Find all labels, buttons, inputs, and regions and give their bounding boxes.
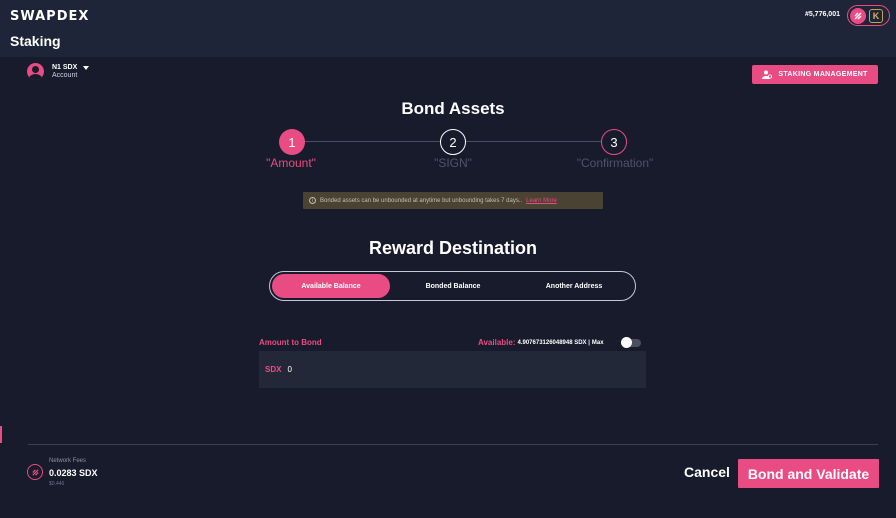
account-subtitle: Account bbox=[52, 72, 78, 79]
reward-destination-title: Reward Destination bbox=[368, 238, 538, 258]
notice-text: Bonded assets can be unbounded at anytim… bbox=[320, 197, 523, 204]
staking-management-label: STAKING MANAGEMENT bbox=[778, 71, 868, 78]
available-label: Available: bbox=[478, 338, 516, 347]
staking-management-button[interactable]: STAKING MANAGEMENT bbox=[752, 65, 878, 84]
wallet-connect-pill[interactable]: K bbox=[847, 5, 890, 26]
step-2-circle: 2 bbox=[440, 129, 466, 155]
info-icon: i bbox=[309, 197, 316, 204]
step-2-label: "SIGN" bbox=[434, 156, 472, 170]
max-toggle[interactable] bbox=[621, 337, 641, 348]
amount-to-bond-label: Amount to Bond bbox=[259, 338, 322, 347]
option-another-address[interactable]: Another Address bbox=[515, 274, 633, 298]
bond-and-validate-button[interactable]: Bond and Validate bbox=[738, 459, 879, 488]
step-3-circle: 3 bbox=[601, 129, 627, 155]
toggle-knob bbox=[621, 337, 632, 348]
max-label[interactable]: Max bbox=[592, 340, 604, 346]
reward-destination-selector: Available Balance Bonded Balance Another… bbox=[269, 271, 636, 301]
account-selector[interactable]: N1 SDX Account bbox=[27, 63, 90, 80]
account-name: N1 SDX bbox=[52, 64, 78, 71]
swap-logo-icon[interactable] bbox=[850, 7, 866, 24]
network-fees-usd: $0.446 bbox=[49, 481, 65, 487]
network-fees-label: Network Fees bbox=[49, 458, 87, 464]
available-balance: Available: 4.907673126048948 SDX | Max bbox=[478, 338, 604, 347]
currency-label: SDX bbox=[265, 365, 282, 374]
k-wallet-icon[interactable]: K bbox=[869, 8, 883, 23]
avatar bbox=[27, 63, 44, 80]
top-bar: SWAPDEX Staking #5,776,001 K bbox=[0, 0, 896, 57]
step-3-label: "Confirmation" bbox=[576, 156, 654, 170]
option-bonded-balance[interactable]: Bonded Balance bbox=[394, 274, 512, 298]
footer-divider bbox=[28, 444, 878, 445]
app-logo[interactable]: SWAPDEX bbox=[10, 9, 89, 24]
learn-more-link[interactable]: Learn More bbox=[526, 198, 557, 204]
amount-field: SDX bbox=[259, 351, 646, 388]
page-title: Staking bbox=[10, 33, 61, 49]
step-1-label: "Amount" bbox=[266, 156, 316, 170]
sidebar-indicator bbox=[0, 426, 2, 443]
option-available-balance[interactable]: Available Balance bbox=[272, 274, 390, 298]
swap-logo-icon bbox=[27, 464, 43, 480]
unbonding-notice: i Bonded assets can be unbounded at anyt… bbox=[303, 192, 603, 209]
bond-assets-title: Bond Assets bbox=[401, 99, 505, 118]
available-value: 4.907673126048948 SDX | bbox=[517, 339, 590, 346]
amount-input[interactable] bbox=[287, 365, 488, 374]
chevron-down-icon[interactable] bbox=[83, 65, 90, 70]
step-connector bbox=[466, 141, 601, 142]
step-connector bbox=[305, 141, 440, 142]
cancel-button[interactable]: Cancel bbox=[684, 464, 730, 480]
wallet-balance: #5,776,001 bbox=[804, 11, 840, 18]
step-1-circle: 1 bbox=[279, 129, 305, 155]
network-fees-value: 0.0283 SDX bbox=[49, 468, 98, 478]
user-gear-icon bbox=[762, 70, 773, 79]
